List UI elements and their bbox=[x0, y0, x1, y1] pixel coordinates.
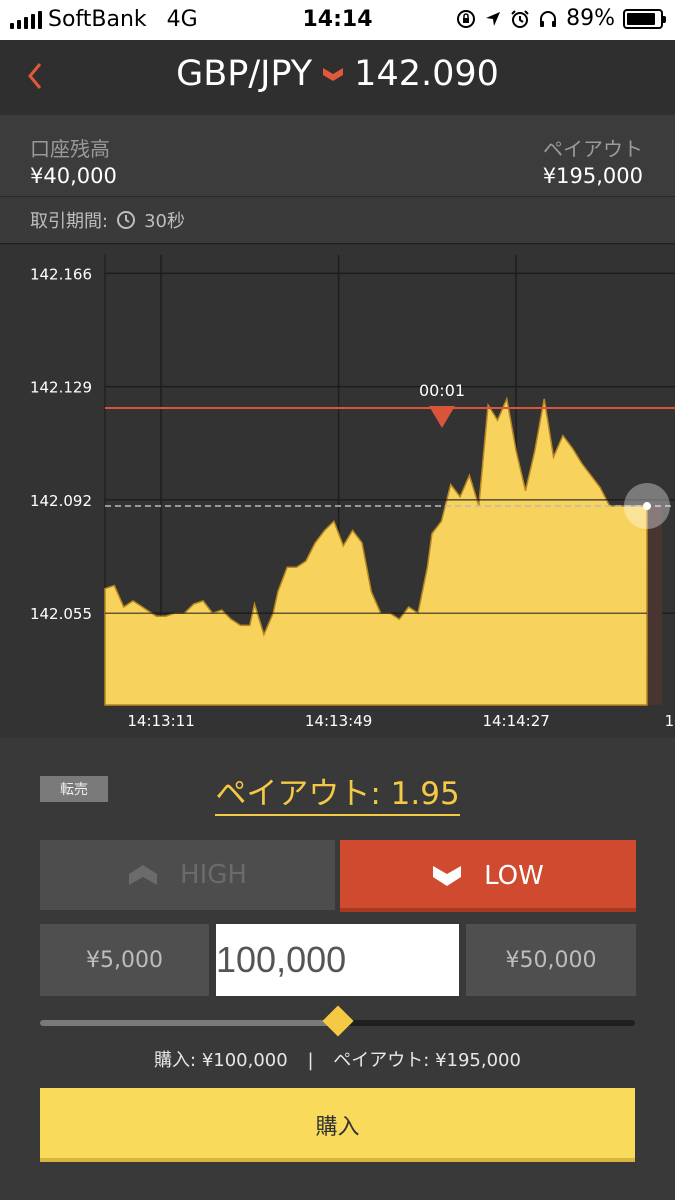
alarm-icon bbox=[511, 9, 529, 28]
period-value: 30秒 bbox=[144, 211, 185, 232]
entry-time-label: 00:01 bbox=[419, 381, 465, 400]
summary-payout-value: ¥195,000 bbox=[435, 1050, 521, 1071]
price-header: GBP/JPY 142.090 bbox=[0, 54, 675, 94]
amount-input[interactable] bbox=[216, 924, 459, 996]
x-tick-label: 14:15:06 bbox=[665, 712, 675, 730]
price-chart-svg: 142.055 142.092 142.129 142.166 14:13:11 14:1… bbox=[30, 255, 675, 730]
slider-fill bbox=[40, 1020, 338, 1026]
y-tick-label: 142.166 bbox=[30, 265, 92, 283]
chevron-down-icon bbox=[433, 866, 462, 886]
order-summary: 購入: ¥100,000 | ペイアウト: ¥195,000 bbox=[0, 1046, 675, 1072]
header: GBP/JPY 142.090 bbox=[0, 40, 675, 115]
y-tick-label: 142.055 bbox=[30, 605, 92, 623]
payout-rate-label: ペイアウト: bbox=[215, 776, 381, 816]
trade-period: 取引期間: 30秒 bbox=[0, 196, 675, 244]
battery-percent: 89% bbox=[566, 6, 615, 31]
status-bar: SoftBank 4G 14:14 89% bbox=[0, 0, 675, 40]
location-icon bbox=[486, 11, 501, 26]
chevron-up-icon bbox=[129, 865, 158, 885]
payout-rate-value: 1.95 bbox=[390, 776, 460, 816]
balance-value: ¥40,000 bbox=[30, 164, 117, 188]
headphones-icon bbox=[540, 10, 557, 27]
summary-payout-label: ペイアウト: bbox=[333, 1050, 430, 1071]
account-summary: 口座残高 ¥40,000 ペイアウト ¥195,000 bbox=[0, 115, 675, 196]
balance-label: 口座残高 bbox=[30, 137, 110, 161]
high-button[interactable]: HIGH bbox=[40, 840, 335, 910]
purchase-label: 購入: bbox=[154, 1050, 197, 1071]
price-area-series bbox=[104, 396, 648, 706]
chevron-down-icon bbox=[323, 68, 344, 81]
status-icons: 89% bbox=[456, 6, 666, 31]
current-price: 142.090 bbox=[354, 54, 499, 94]
x-tick-label: 14:14:27 bbox=[482, 712, 549, 730]
low-button[interactable]: LOW bbox=[340, 840, 636, 912]
summary-separator: | bbox=[307, 1050, 314, 1071]
clock-icon bbox=[117, 211, 136, 229]
current-point bbox=[642, 502, 651, 511]
payout-label: ペイアウト bbox=[543, 137, 643, 161]
buy-button[interactable]: 購入 bbox=[40, 1088, 635, 1162]
period-label: 取引期間: bbox=[30, 211, 109, 232]
preset-amount-50000[interactable]: ¥50,000 bbox=[466, 924, 636, 996]
entry-marker bbox=[429, 406, 455, 429]
expiry-zone bbox=[646, 506, 662, 705]
x-tick-label: 14:13:49 bbox=[305, 712, 372, 730]
purchase-value: ¥100,000 bbox=[201, 1050, 288, 1071]
currency-pair: GBP/JPY bbox=[176, 54, 313, 94]
battery-icon bbox=[623, 8, 666, 29]
trade-panel: 転売 ペイアウト: 1.95 HIGH LOW ¥5,000 ¥50,000 購… bbox=[0, 738, 675, 1200]
payout-rate: ペイアウト: 1.95 bbox=[0, 768, 675, 816]
high-label: HIGH bbox=[180, 860, 247, 890]
amount-slider[interactable] bbox=[40, 1005, 635, 1037]
low-label: LOW bbox=[484, 861, 544, 891]
preset-amount-5000[interactable]: ¥5,000 bbox=[40, 924, 209, 996]
price-chart[interactable]: 142.055 142.092 142.129 142.166 14:13:11 14:1… bbox=[0, 245, 675, 738]
y-tick-label: 142.129 bbox=[30, 379, 92, 397]
payout-value: ¥195,000 bbox=[542, 164, 643, 188]
rotation-lock-icon bbox=[457, 9, 476, 28]
x-tick-label: 14:13:11 bbox=[127, 712, 194, 730]
slider-thumb[interactable] bbox=[321, 1005, 354, 1037]
y-tick-label: 142.092 bbox=[30, 492, 92, 510]
